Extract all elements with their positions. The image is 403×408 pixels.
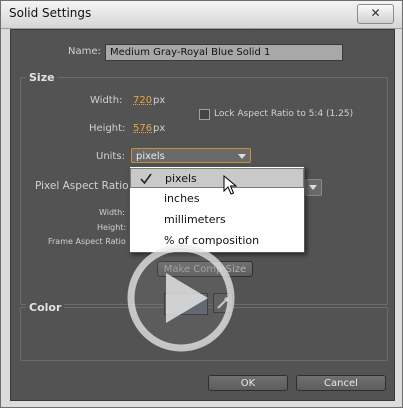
height-label: Height: bbox=[89, 123, 126, 134]
units-select-value: pixels bbox=[136, 151, 165, 162]
size-group-title: Size bbox=[26, 71, 58, 84]
close-icon: ✕ bbox=[370, 6, 381, 20]
chevron-down-icon bbox=[238, 154, 246, 159]
pixel-aspect-ratio-label: Pixel Aspect Ratio: bbox=[35, 180, 133, 192]
units-dropdown-menu: pixels inches millimeters % of compositi… bbox=[129, 166, 305, 253]
chevron-down-icon bbox=[309, 185, 317, 190]
menu-item-label: pixels bbox=[165, 172, 197, 185]
pixel-aspect-ratio-select[interactable] bbox=[305, 179, 322, 196]
name-field[interactable]: Medium Gray-Royal Blue Solid 1 bbox=[105, 44, 343, 61]
title-bar: Solid Settings ✕ bbox=[1, 1, 402, 29]
mouse-cursor-icon bbox=[223, 174, 238, 199]
lock-aspect-checkbox[interactable] bbox=[199, 109, 210, 120]
cancel-button[interactable]: Cancel bbox=[296, 375, 386, 391]
units-select[interactable]: pixels bbox=[131, 148, 251, 163]
menu-item-inches[interactable]: inches bbox=[130, 189, 304, 209]
info-width-label: Width: bbox=[99, 208, 125, 217]
ok-button[interactable]: OK bbox=[208, 375, 288, 391]
close-button[interactable]: ✕ bbox=[357, 4, 394, 24]
name-label: Name: bbox=[68, 46, 101, 57]
play-icon[interactable] bbox=[126, 243, 236, 353]
solid-settings-dialog: Solid Settings ✕ Name: Medium Gray-Royal… bbox=[0, 0, 403, 408]
width-value[interactable]: 720 bbox=[133, 95, 152, 106]
menu-item-pixels[interactable]: pixels bbox=[130, 168, 304, 188]
info-height-label: Height: bbox=[97, 223, 127, 232]
menu-item-millimeters[interactable]: millimeters bbox=[130, 210, 304, 230]
height-value[interactable]: 576 bbox=[133, 123, 152, 134]
width-unit: px bbox=[153, 95, 166, 106]
dialog-title: Solid Settings bbox=[9, 6, 92, 20]
info-frame-aspect-label: Frame Aspect Ratio bbox=[48, 237, 126, 246]
color-group-title: Color bbox=[26, 301, 65, 314]
lock-aspect-label: Lock Aspect Ratio to 5:4 (1.25) bbox=[214, 109, 354, 119]
height-unit: px bbox=[153, 123, 166, 134]
menu-item-label: inches bbox=[164, 192, 200, 205]
units-label: Units: bbox=[96, 151, 125, 162]
menu-item-label: millimeters bbox=[164, 213, 226, 226]
width-label: Width: bbox=[90, 95, 123, 106]
